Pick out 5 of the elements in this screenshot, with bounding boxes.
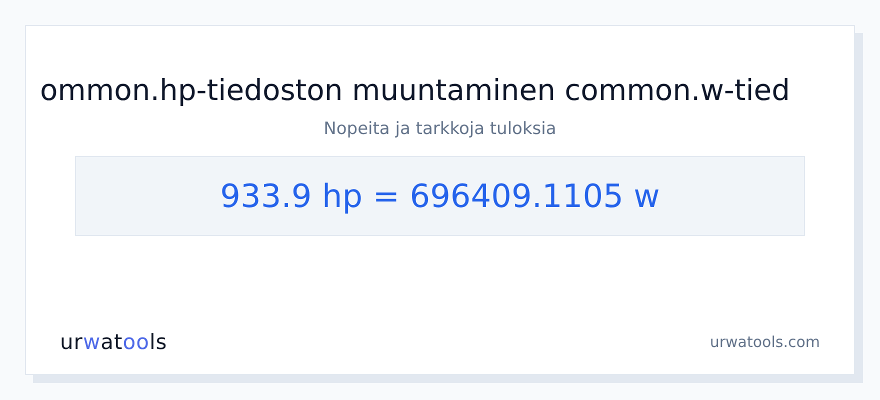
logo: urwatools (60, 330, 168, 354)
page-title: ommon.hp-tiedoston muuntaminen common.w-tied (40, 72, 790, 109)
site-url: urwatools.com (710, 333, 820, 351)
subtitle: Nopeita ja tarkkoja tuloksia (324, 118, 556, 140)
result-box: 933.9 hp = 696409.1105 w (75, 156, 805, 236)
